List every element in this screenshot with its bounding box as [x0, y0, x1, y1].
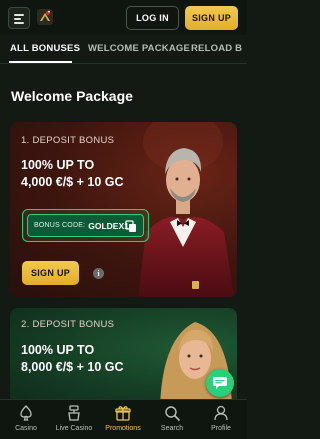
nav-casino[interactable]: Casino — [0, 404, 52, 432]
nav-label: Search — [160, 425, 184, 432]
brand-logo[interactable] — [37, 9, 53, 25]
nav-live-casino[interactable]: Live Casino — [48, 404, 100, 432]
top-header: LOG IN SIGN UP — [0, 0, 247, 35]
bonus-tabs: ALL BONUSES WELCOME PACKAGE RELOAD B — [0, 38, 247, 64]
nav-search[interactable]: Search — [146, 404, 198, 432]
chat-icon — [213, 377, 227, 389]
gift-icon — [115, 406, 131, 421]
nav-profile[interactable]: Profile — [195, 404, 247, 432]
deposit-bonus-card-1: 1. DEPOSIT BONUS 100% UP TO 4,000 €/$ + … — [10, 122, 237, 297]
signup-button[interactable]: SIGN UP — [185, 6, 238, 30]
section-title: Welcome Package — [11, 88, 133, 104]
casino-icon — [20, 405, 32, 421]
hamburger-menu-icon[interactable] — [8, 7, 30, 29]
live-chat-button[interactable] — [206, 369, 234, 397]
nav-promotions[interactable]: Promotions — [97, 404, 149, 432]
card-headline-line1: 100% UP TO — [21, 158, 95, 172]
info-icon[interactable]: i — [93, 268, 104, 279]
nav-label: Live Casino — [55, 425, 93, 432]
card-label: 2. DEPOSIT BONUS — [21, 319, 115, 330]
copy-icon[interactable] — [125, 220, 137, 233]
login-button[interactable]: LOG IN — [126, 6, 179, 30]
active-tab-indicator — [9, 61, 72, 63]
card-headline-line2: 8,000 €/$ + 10 GC — [21, 360, 124, 374]
card-headline-line1: 100% UP TO — [21, 343, 95, 357]
nav-label: Casino — [15, 425, 37, 432]
deposit-bonus-card-2: 2. DEPOSIT BONUS 100% UP TO 8,000 €/$ + … — [10, 308, 237, 408]
nav-label: Promotions — [105, 425, 141, 432]
bonus-code-box[interactable]: BONUS CODE: GOLDEX1 — [22, 209, 149, 242]
search-icon — [165, 406, 180, 421]
tab-welcome-package[interactable]: WELCOME PACKAGE — [88, 43, 190, 54]
bottom-navigation: Casino Live Casino Promotions Search Pro… — [0, 399, 247, 439]
tab-all-bonuses[interactable]: ALL BONUSES — [10, 43, 80, 54]
bonus-code-inner: BONUS CODE: GOLDEX1 — [27, 214, 144, 237]
bonus-code-value: GOLDEX1 — [88, 220, 129, 231]
card-signup-button[interactable]: SIGN UP — [22, 261, 79, 285]
card-headline-line2: 4,000 €/$ + 10 GC — [21, 175, 124, 189]
bonus-code-label: BONUS CODE: — [34, 222, 86, 229]
live-casino-icon — [68, 405, 80, 421]
tab-reload-bonus[interactable]: RELOAD B — [191, 43, 242, 54]
card-label: 1. DEPOSIT BONUS — [21, 135, 115, 146]
profile-icon — [214, 405, 228, 421]
nav-label: Profile — [211, 425, 231, 432]
